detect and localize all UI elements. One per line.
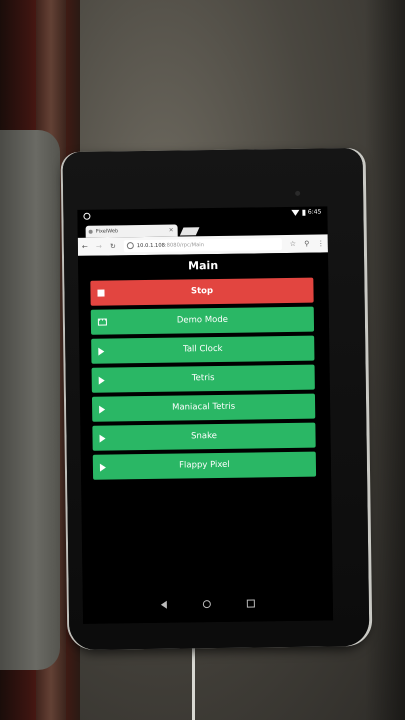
front-camera [295,190,301,196]
battery-icon [301,209,305,216]
button-label: Flappy Pixel [179,459,230,471]
back-icon[interactable] [160,600,167,609]
star-icon[interactable]: ☆ [286,240,300,248]
wifi-icon [290,209,299,216]
home-icon[interactable] [202,600,211,609]
new-tab-button[interactable] [179,227,200,236]
back-arrow-icon[interactable]: ← [78,243,92,251]
tab-title: PixelWeb [95,228,119,235]
play-icon [99,426,106,451]
film-icon [97,310,107,335]
menu-icon[interactable]: ⋮ [314,239,328,247]
snake-button[interactable]: Snake [92,422,316,451]
stop-button[interactable]: Stop [90,277,314,306]
forward-arrow-icon[interactable]: → [92,243,106,251]
notification-icon [83,212,91,222]
shadow [365,0,405,720]
url-host: 10.0.1.108 [136,242,165,250]
tall-clock-button[interactable]: Tall Clock [91,335,315,364]
info-icon [126,242,134,250]
tab-close-icon[interactable]: × [169,225,174,237]
tablet-screen: 6:45 PixelWeb × ← → ↻ 10.0.1.108:8080/rp… [77,206,334,624]
page-title: Main [188,258,219,273]
play-icon [99,455,106,480]
flappy-pixel-button[interactable]: Flappy Pixel [92,451,317,480]
open-door [0,130,60,670]
web-page: Main Stop Demo Mode Tall Clock Tetris Ma… [77,252,333,576]
play-icon [98,339,105,364]
button-label: Stop [190,286,214,297]
button-label: Tetris [191,373,215,384]
android-nav-bar [82,584,334,624]
button-label: Maniacal Tetris [172,401,236,413]
play-icon [98,368,105,393]
recents-icon[interactable] [246,599,255,608]
button-label: Tall Clock [182,343,223,355]
tablet-device: 6:45 PixelWeb × ← → ↻ 10.0.1.108:8080/rp… [62,147,370,651]
status-time: 6:45 [307,208,322,216]
favicon-icon [88,229,93,234]
demo-mode-button[interactable]: Demo Mode [90,306,315,335]
button-label: Snake [191,430,218,442]
reload-icon[interactable]: ↻ [106,242,120,250]
photo-scene: 6:45 PixelWeb × ← → ↻ 10.0.1.108:8080/rp… [0,0,405,720]
maniacal-tetris-button[interactable]: Maniacal Tetris [91,393,316,422]
button-label: Demo Mode [176,314,229,326]
url-path: :8080/rpc/Main [164,242,205,249]
stop-icon [97,281,105,306]
program-menu: Stop Demo Mode Tall Clock Tetris Maniaca… [90,277,317,484]
tetris-button[interactable]: Tetris [91,364,315,393]
address-bar[interactable]: 10.0.1.108:8080/rpc/Main [123,238,282,253]
play-icon [99,397,106,422]
mic-icon[interactable]: ⚲ [300,240,314,248]
